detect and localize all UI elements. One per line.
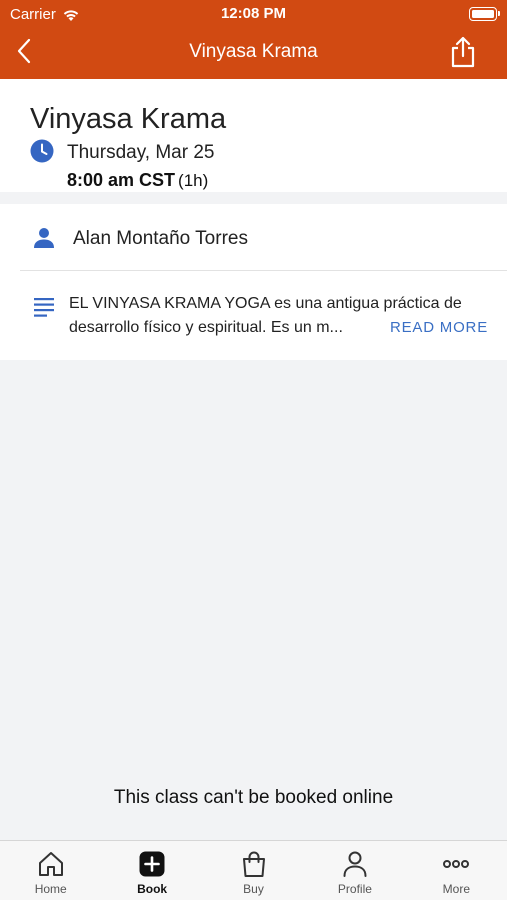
- description-icon: [34, 298, 54, 317]
- status-time: 12:08 PM: [220, 5, 287, 22]
- clock-icon: [30, 139, 54, 163]
- tab-more[interactable]: More: [406, 841, 507, 900]
- class-description: EL VINYASA KRAMA YOGA es una antigua prá…: [69, 292, 494, 340]
- instructor-name[interactable]: Alan Montaño Torres: [73, 228, 248, 250]
- back-button[interactable]: [10, 36, 38, 66]
- tab-label: Profile: [337, 882, 372, 896]
- tab-label: Home: [34, 882, 67, 896]
- battery-icon: [469, 7, 500, 21]
- tab-book[interactable]: Book: [101, 841, 202, 900]
- plus-square-icon: [139, 851, 165, 877]
- shopping-bag-icon: [242, 851, 265, 877]
- class-summary-card: Vinyasa Krama Thursday, Mar 25 8:00 am C…: [0, 79, 507, 192]
- class-time: 8:00 am CST: [67, 170, 176, 190]
- tab-label: Buy: [243, 882, 264, 896]
- booking-status-note: This class can't be booked online: [113, 787, 394, 808]
- class-time-row: 8:00 am CST (1h): [67, 170, 208, 191]
- chevron-left-icon: [17, 38, 31, 64]
- class-date: Thursday, Mar 25: [67, 142, 215, 163]
- page-title: Vinyasa Krama: [189, 41, 318, 62]
- tab-profile[interactable]: Profile: [304, 841, 405, 900]
- status-bar: Carrier 12:08 PM: [0, 0, 507, 30]
- tab-bar: Home Book Buy Profile More: [0, 840, 507, 900]
- tab-home[interactable]: Home: [0, 841, 101, 900]
- tab-label: Book: [137, 882, 168, 896]
- more-dots-icon: [443, 860, 470, 868]
- divider: [20, 270, 507, 271]
- tab-buy[interactable]: Buy: [203, 841, 304, 900]
- home-icon: [38, 852, 63, 876]
- class-info-card: Alan Montaño Torres EL VINYASA KRAMA YOG…: [0, 204, 507, 360]
- description-line: desarrollo físico y espiritual. Es un m.…: [69, 319, 343, 336]
- tab-label: More: [442, 882, 470, 896]
- read-more-link[interactable]: READ MORE: [390, 316, 488, 340]
- description-line: EL VINYASA KRAMA YOGA es una antigua prá…: [69, 295, 462, 312]
- class-title: Vinyasa Krama: [30, 103, 227, 135]
- app-header: Carrier 12:08 PM Vinyasa Krama: [0, 0, 507, 79]
- share-button[interactable]: [447, 35, 479, 69]
- class-duration: (1h): [178, 171, 209, 190]
- person-icon: [34, 228, 54, 248]
- share-icon: [451, 36, 475, 68]
- person-icon: [343, 851, 367, 877]
